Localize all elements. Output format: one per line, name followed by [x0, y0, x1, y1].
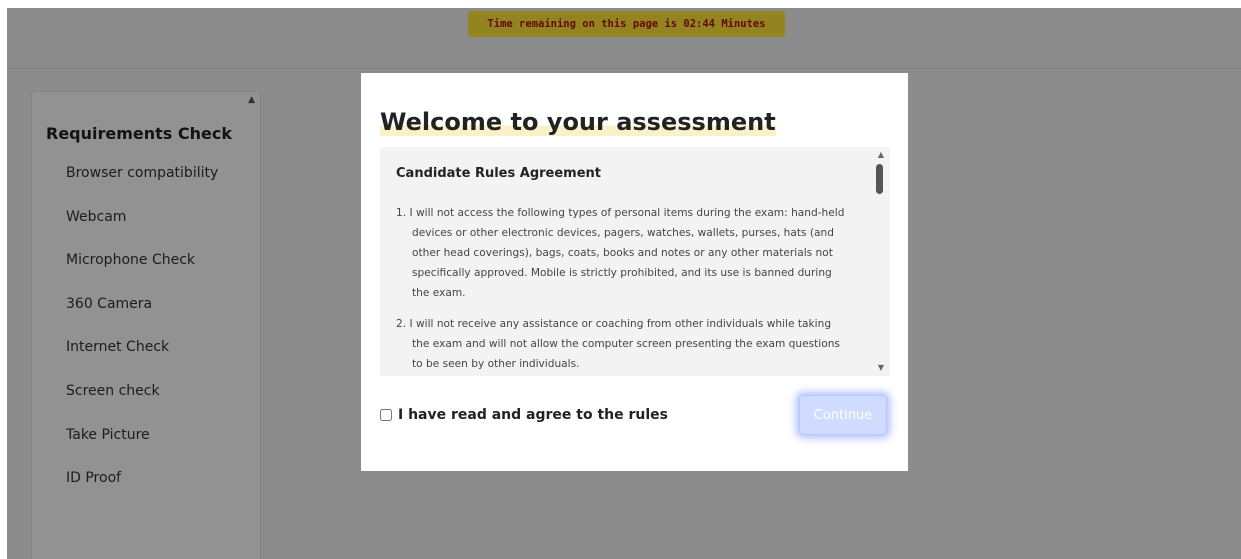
- rules-title: Candidate Rules Agreement: [396, 166, 602, 181]
- modal-title: Welcome to your assessment: [380, 108, 776, 136]
- agree-row: I have read and agree to the rules: [380, 407, 668, 423]
- agree-checkbox[interactable]: [380, 409, 392, 421]
- continue-button[interactable]: Continue: [799, 395, 887, 435]
- scroll-up-icon[interactable]: ▲: [878, 150, 884, 159]
- scrollbar-thumb[interactable]: [876, 164, 883, 194]
- scroll-down-icon[interactable]: ▼: [878, 363, 884, 372]
- rules-scroll-panel[interactable]: Candidate Rules Agreement 1. I will not …: [380, 147, 890, 376]
- rules-list: 1. I will not access the following types…: [396, 203, 846, 376]
- rules-modal: Welcome to your assessment Candidate Rul…: [361, 73, 908, 471]
- rule-item: 1. I will not access the following types…: [396, 207, 845, 299]
- rule-item: 2. I will not receive any assistance or …: [396, 318, 840, 370]
- agree-label[interactable]: I have read and agree to the rules: [398, 407, 668, 423]
